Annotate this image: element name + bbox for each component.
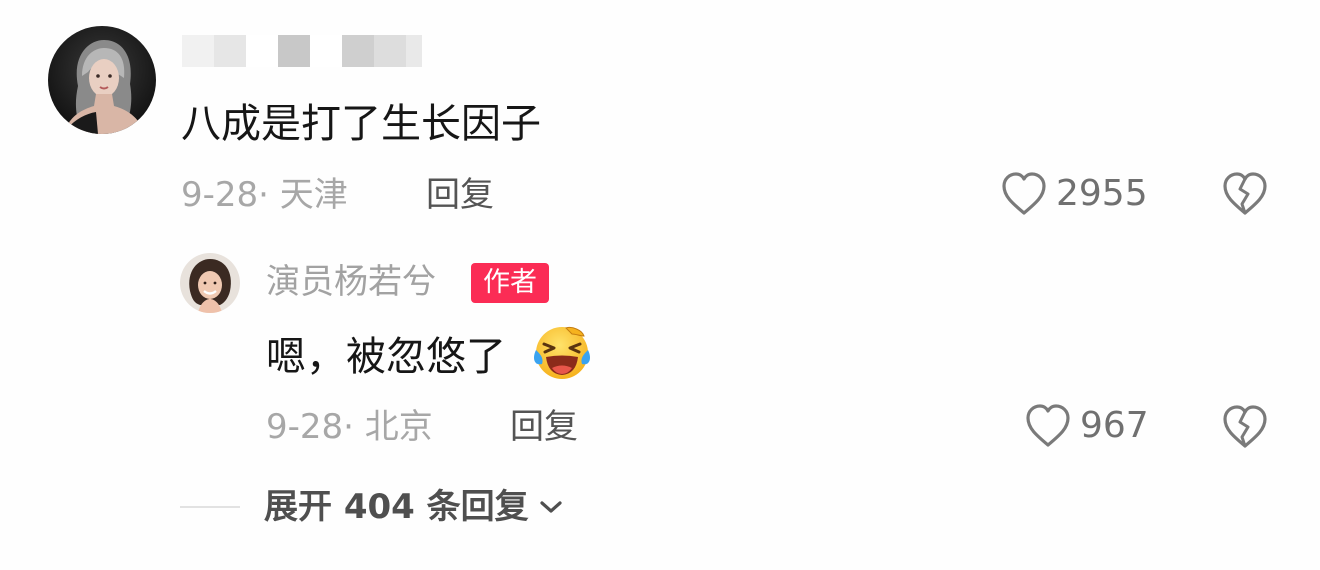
reply-button[interactable]: 回复 (426, 178, 494, 212)
expand-replies-label: 展开 404 条回复 (264, 487, 529, 527)
reply-text: 嗯，被忽悠了 (266, 334, 506, 380)
like-count: 2955 (1056, 173, 1148, 214)
author-badge: 作者 (471, 263, 549, 303)
like-button[interactable]: 967 (1024, 403, 1149, 449)
heart-outline-icon (1002, 172, 1046, 215)
redaction-block (310, 35, 342, 67)
expand-replies-button[interactable]: 展开 404 条回复 (264, 490, 563, 524)
redaction-block (214, 35, 246, 67)
like-count: 967 (1080, 405, 1149, 446)
commenter-username-redacted[interactable] (182, 33, 422, 69)
dislike-button[interactable] (1220, 170, 1270, 222)
comment-text: 八成是打了生长因子 (181, 101, 541, 147)
redaction-block (182, 35, 214, 67)
redaction-block (374, 35, 406, 67)
heart-outline-icon (1026, 404, 1070, 447)
avatar-photo (180, 253, 240, 313)
broken-heart-icon (1223, 172, 1267, 215)
like-button[interactable]: 2955 (1000, 171, 1148, 217)
redaction-block (278, 35, 310, 67)
redaction-block (246, 35, 278, 67)
commenter-avatar[interactable] (48, 26, 156, 134)
reply-button[interactable]: 回复 (510, 410, 578, 444)
dislike-button[interactable] (1220, 403, 1270, 455)
redaction-block (406, 35, 422, 67)
redaction-block (342, 35, 374, 67)
avatar-photo (48, 26, 156, 134)
author-avatar[interactable] (180, 253, 240, 313)
reply-date-location: 9-28· 北京 (266, 407, 433, 447)
comment-thread: 八成是打了生长因子 9-28· 天津 回复 2955 演员杨若兮 作者 嗯，被忽… (0, 0, 1320, 570)
chevron-down-icon (540, 501, 562, 513)
expand-divider (180, 506, 240, 508)
author-name[interactable]: 演员杨若兮 (266, 265, 436, 299)
laughing-crying-emoji-icon (532, 324, 592, 386)
broken-heart-icon (1223, 405, 1267, 448)
comment-date-location: 9-28· 天津 (181, 175, 348, 215)
